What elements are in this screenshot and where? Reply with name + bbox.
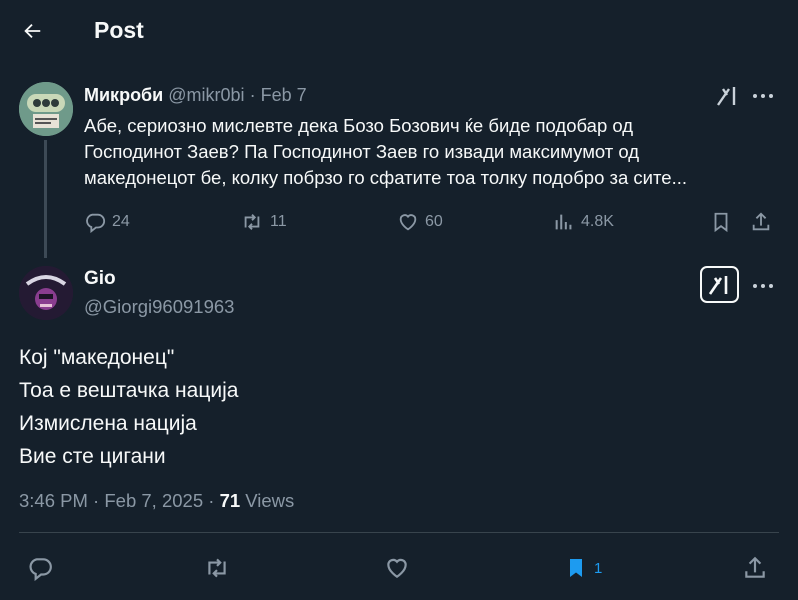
- tweet-text-line: Вие сте цигани: [19, 445, 166, 468]
- tweet-text-line: Кој "македонец": [19, 346, 175, 369]
- bookmark-icon: [570, 559, 582, 577]
- views-button[interactable]: 4.8K: [553, 208, 614, 236]
- bookmark-button-active[interactable]: 1: [564, 553, 602, 583]
- separator-dot: ·: [208, 490, 215, 511]
- more-options-button[interactable]: [748, 272, 778, 300]
- repost-icon: [244, 214, 260, 230]
- back-arrow-icon: [24, 23, 41, 39]
- more-icon: [753, 94, 773, 98]
- robot-avatar-icon: [19, 82, 73, 136]
- back-button[interactable]: [14, 13, 50, 49]
- main-action-bar: 1: [0, 553, 798, 583]
- reply-button[interactable]: [27, 553, 53, 583]
- profile-avatar-icon: [19, 266, 73, 320]
- separator-dot: ·: [249, 85, 256, 105]
- parent-tweet-date[interactable]: Feb 7: [261, 85, 307, 105]
- repost-count: 11: [270, 213, 287, 230]
- parent-text-line: Господинот Заев? Па Господинот Заев го и…: [84, 141, 640, 162]
- reply-icon: [29, 558, 52, 581]
- repost-icon: [208, 558, 226, 578]
- bookmark-count: 1: [594, 559, 603, 577]
- avatar-gio[interactable]: [19, 266, 73, 320]
- parent-author-handle[interactable]: @mikr0bi: [168, 85, 244, 105]
- more-options-button[interactable]: [748, 82, 778, 110]
- more-icon: [753, 284, 773, 288]
- parent-text-line: македонецот бе, колку побрзо го сфатите …: [84, 167, 687, 188]
- share-icon: [745, 556, 765, 578]
- repost-button[interactable]: 11: [240, 208, 287, 236]
- reply-button[interactable]: 24: [84, 208, 130, 236]
- views-icon: [555, 214, 572, 230]
- author-handle[interactable]: @Giorgi96091963: [84, 296, 234, 318]
- share-icon: [752, 212, 770, 231]
- grok-button[interactable]: [714, 82, 742, 110]
- like-count: 60: [425, 213, 443, 230]
- grok-button-highlighted[interactable]: [700, 266, 739, 303]
- reply-count: 24: [112, 213, 130, 230]
- share-button[interactable]: [750, 208, 772, 236]
- page-title: Post: [94, 17, 144, 43]
- separator-dot: ·: [93, 490, 100, 511]
- bookmark-button[interactable]: [710, 208, 732, 236]
- like-icon: [399, 214, 417, 231]
- tweet-text: Кој "македонец" Тоа е вештачка нација Из…: [19, 341, 238, 473]
- thread-connector: [44, 140, 47, 258]
- top-bar: Post: [0, 0, 798, 62]
- parent-tweet-text: Абе, сериозно мислевте дека Бозо Бозович…: [84, 113, 704, 191]
- author-name[interactable]: Gio: [84, 268, 116, 290]
- parent-tweet-header: Микроби @mikr0bi · Feb 7: [84, 85, 307, 106]
- bookmark-icon: [714, 212, 728, 233]
- reply-icon: [86, 213, 106, 233]
- parent-action-bar: 24 11 60 4.8K: [0, 208, 798, 236]
- tweet-text-line: Измислена нација: [19, 412, 197, 435]
- like-button[interactable]: [384, 553, 410, 583]
- tweet-date[interactable]: Feb 7, 2025: [104, 490, 203, 511]
- like-button[interactable]: 60: [397, 208, 443, 236]
- grok-icon: [708, 275, 727, 295]
- views-number[interactable]: 71: [220, 490, 241, 511]
- tweet-text-line: Тоа е вештачка нација: [19, 379, 239, 402]
- parent-text-line: Абе, сериозно мислевте дека Бозо Бозович…: [84, 115, 634, 136]
- avatar-mikrobi[interactable]: [19, 82, 73, 136]
- tweet-time[interactable]: 3:46 PM: [19, 490, 88, 511]
- parent-author-name[interactable]: Микроби: [84, 85, 163, 105]
- views-label: Views: [245, 490, 295, 511]
- like-icon: [387, 558, 407, 578]
- divider: [19, 532, 779, 533]
- repost-button[interactable]: [203, 553, 231, 583]
- share-button[interactable]: [742, 553, 768, 583]
- grok-icon: [717, 87, 736, 106]
- tweet-metadata: 3:46 PM · Feb 7, 2025 · 71 Views: [19, 490, 294, 512]
- views-count: 4.8K: [581, 213, 614, 230]
